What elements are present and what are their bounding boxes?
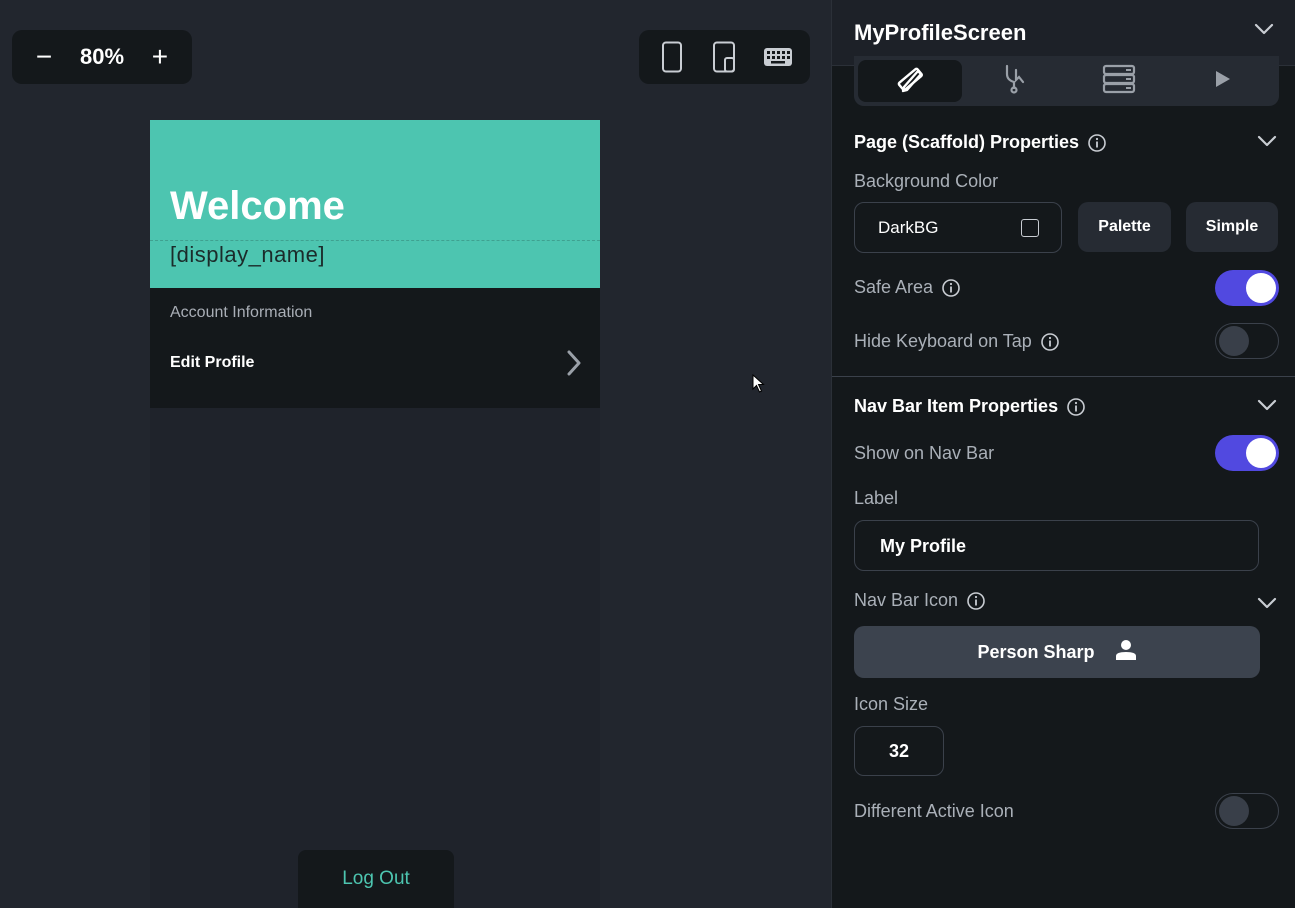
phone-icon[interactable] (652, 37, 692, 77)
toggle-knob (1219, 796, 1249, 826)
chevron-right-icon (566, 350, 582, 381)
zoom-out-button[interactable]: − (24, 37, 64, 77)
toggle-knob (1246, 273, 1276, 303)
info-icon[interactable] (941, 278, 961, 298)
show-on-nav-label: Show on Nav Bar (854, 443, 995, 463)
show-on-nav-toggle[interactable] (1215, 435, 1279, 471)
background-color-label: Background Color (854, 171, 999, 191)
database-icon (1102, 64, 1136, 99)
info-icon[interactable] (966, 591, 986, 611)
panel-title: MyProfileScreen (854, 20, 1027, 45)
icon-size-input[interactable]: 32 (854, 726, 944, 776)
safe-area-label: Safe Area (854, 277, 934, 297)
safe-area-toggle[interactable] (1215, 270, 1279, 306)
toggle-knob (1219, 326, 1249, 356)
info-icon[interactable] (1087, 133, 1107, 153)
section-divider (832, 376, 1295, 377)
tab-design[interactable] (858, 60, 963, 102)
profile-header: Welcome [display_name] (150, 120, 600, 288)
background-color-value: DarkBG (878, 218, 939, 237)
palette-button[interactable]: Palette (1078, 202, 1171, 252)
device-selector (639, 30, 810, 84)
hide-keyboard-label: Hide Keyboard on Tap (854, 331, 1032, 351)
phone-preview: Welcome [display_name] Account Informati… (150, 120, 600, 908)
hide-keyboard-row: Hide Keyboard on Tap (854, 331, 1060, 352)
info-icon[interactable] (1040, 332, 1060, 352)
nav-icon-picker[interactable]: Person Sharp (854, 626, 1260, 678)
account-section-title: Account Information (170, 304, 313, 321)
design-icon (894, 65, 926, 98)
properties-panel: MyProfileScreen Page (Scaffold) Properti… (831, 0, 1295, 908)
keyboard-icon[interactable] (758, 37, 798, 77)
background-color-field[interactable]: DarkBG (854, 202, 1062, 253)
branch-icon (999, 64, 1029, 99)
safe-area-row: Safe Area (854, 277, 961, 298)
play-icon (1213, 69, 1233, 94)
label-field-label: Label (854, 488, 899, 508)
tab-backend[interactable] (1067, 60, 1171, 102)
different-active-toggle[interactable] (1215, 793, 1279, 829)
mouse-cursor-icon (752, 373, 766, 399)
zoom-level: 80% (79, 44, 125, 69)
chevron-down-icon[interactable] (1254, 22, 1274, 40)
chevron-down-icon[interactable] (1257, 134, 1277, 152)
welcome-heading: Welcome (170, 184, 345, 228)
header-divider (150, 240, 600, 241)
different-active-label: Different Active Icon (854, 801, 1014, 821)
design-canvas: − 80% + Welcome [display_name] Account I… (0, 0, 831, 908)
nav-icon-label: Nav Bar Icon (854, 590, 959, 610)
info-icon[interactable] (1066, 397, 1086, 417)
zoom-control: − 80% + (12, 30, 192, 84)
chevron-down-icon[interactable] (1257, 596, 1277, 614)
icon-size-label: Icon Size (854, 694, 929, 714)
edit-profile-row[interactable]: Edit Profile (150, 338, 600, 390)
page-properties-label: Page (Scaffold) Properties (854, 132, 1080, 152)
edit-profile-label: Edit Profile (170, 354, 255, 371)
nav-label-input[interactable]: My Profile (854, 520, 1259, 571)
tab-run[interactable] (1171, 60, 1275, 102)
logout-button[interactable]: Log Out (298, 850, 454, 908)
zoom-in-button[interactable]: + (140, 37, 180, 77)
nav-label-value: My Profile (880, 536, 967, 556)
color-swatch (1021, 219, 1039, 237)
nav-icon-row: Nav Bar Icon (854, 590, 986, 611)
nav-icon-value: Person Sharp (977, 641, 1095, 662)
toggle-knob (1246, 438, 1276, 468)
display-name-text: [display_name] (170, 242, 325, 267)
page-properties-title: Page (Scaffold) Properties (854, 132, 1107, 153)
account-section: Account Information Edit Profile (150, 288, 600, 408)
nav-properties-title: Nav Bar Item Properties (854, 396, 1086, 417)
tab-actions[interactable] (962, 60, 1066, 102)
nav-properties-label: Nav Bar Item Properties (854, 396, 1059, 416)
panel-tabs (854, 56, 1279, 106)
chevron-down-icon[interactable] (1257, 398, 1277, 416)
hide-keyboard-toggle[interactable] (1215, 323, 1279, 359)
simple-button[interactable]: Simple (1186, 202, 1278, 252)
tablet-icon[interactable] (705, 37, 745, 77)
person-icon (1115, 639, 1137, 666)
